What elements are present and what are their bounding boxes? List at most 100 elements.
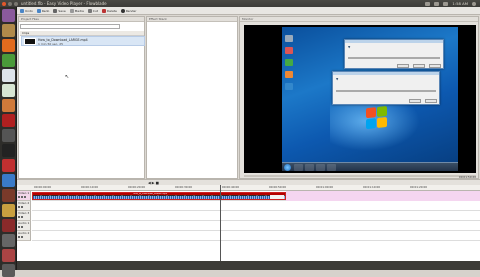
effect-stack-panel: Effect Stack [146, 16, 238, 179]
track-header-audio-2[interactable]: Audio 2 [17, 231, 31, 241]
ruler-label: 00:00:50:00 [269, 185, 287, 189]
track-buttons [18, 236, 24, 238]
dialog-brand-icon: ▼ [348, 45, 351, 49]
downloader-dialog-bottom: ▼ [332, 71, 440, 105]
dialog-button [429, 64, 441, 68]
cut-button[interactable]: Cut [87, 8, 99, 14]
power-icon[interactable] [472, 1, 476, 6]
ruler-label: 00:00:40:00 [222, 185, 240, 189]
video-preview[interactable]: ▼ ▼ [244, 25, 476, 173]
redo-icon [36, 8, 41, 13]
files-icon[interactable] [2, 24, 15, 37]
app-icon[interactable] [2, 144, 15, 157]
impress-icon[interactable] [2, 99, 15, 112]
app-icon[interactable] [2, 249, 15, 262]
media-icon [69, 8, 74, 13]
dialog-button [425, 99, 437, 103]
chrome-icon[interactable] [2, 54, 15, 67]
taskbar-item [305, 164, 314, 171]
cursor-icon: ↖ [65, 74, 70, 80]
ruler-label: 00:01:20:00 [410, 185, 428, 189]
download-progress [348, 57, 440, 59]
track-buttons [18, 206, 24, 208]
mail-indicator-icon[interactable] [425, 1, 431, 6]
track-name: Video 3 [18, 211, 30, 215]
render-icon [120, 8, 125, 13]
cut-label: Cut [92, 8, 98, 13]
app-icon[interactable] [2, 204, 15, 217]
dialog-button [413, 64, 425, 68]
window-title: untitled.flb - Easy Video Player - Flowb… [21, 1, 107, 6]
file-filter-input[interactable] [20, 24, 120, 29]
network-indicator-icon[interactable] [434, 1, 440, 6]
dialog-button [397, 64, 409, 68]
writer-icon[interactable] [2, 69, 15, 82]
minimize-window-button[interactable] [8, 1, 12, 6]
taskbar-item [327, 164, 336, 171]
volume-indicator-icon[interactable] [443, 1, 449, 6]
track-header-video-2[interactable]: Video 2 [17, 201, 31, 211]
track-name: Video 1 [18, 191, 30, 195]
track-lane-audio-2[interactable] [32, 231, 480, 241]
app-icon[interactable] [2, 189, 15, 202]
preview-panel: Monitor ▼ ▼ 00:01:50:20 [239, 16, 479, 179]
desktop-icon [285, 35, 293, 42]
app-icon[interactable] [2, 219, 15, 232]
undo-icon [20, 8, 24, 13]
app-icon[interactable] [2, 234, 15, 247]
delete-label: Delete [106, 8, 117, 13]
redo-button[interactable]: Redo [36, 8, 51, 14]
file-item[interactable]: How_to_Download_LARGE.mp4 1 min 50 sec, … [21, 36, 145, 46]
track-header-audio-1[interactable]: Audio 1 [17, 221, 31, 231]
clip-waveform [33, 196, 285, 199]
track-buttons [18, 196, 27, 198]
preview-seek-bar[interactable] [244, 175, 476, 177]
trash-icon[interactable] [2, 264, 15, 277]
dialog-button [409, 99, 421, 103]
maximize-window-button[interactable] [14, 1, 18, 6]
track-buttons [18, 216, 24, 218]
firefox-icon[interactable] [2, 39, 15, 52]
track-name: Video 2 [18, 201, 30, 205]
app-icon[interactable] [2, 174, 15, 187]
track-header-video-1[interactable]: Video 1 [17, 191, 31, 201]
clock[interactable]: 1:58 AM [452, 1, 468, 6]
track-lane-audio-1[interactable] [32, 221, 480, 231]
project-files-panel: Project Files Clips How_to_Download_LARG… [18, 16, 145, 179]
downloader-dialog-top: ▼ [344, 39, 444, 69]
media-button[interactable]: Media [69, 8, 85, 14]
desktop-icon [285, 71, 293, 78]
download-progress [336, 90, 436, 92]
start-orb-icon [284, 164, 291, 171]
track-buttons [18, 226, 24, 228]
track-name: Audio 1 [18, 221, 30, 225]
track-header-video-3[interactable]: Video 3 [17, 211, 31, 221]
timeline-clip[interactable]: How_to_Download_LARGE.mp4 [32, 192, 286, 200]
project-files-header: Project Files [19, 17, 144, 22]
filezilla-icon[interactable] [2, 114, 15, 127]
render-button[interactable]: Render [120, 8, 138, 14]
desktop-icon [285, 47, 293, 54]
app-icon[interactable] [2, 159, 15, 172]
timeline-tracks: Video 1 How_to_Download_LARGE.mp4 Video … [17, 191, 480, 261]
desktop-icon [285, 59, 293, 66]
bottom-bar [17, 261, 480, 270]
track-lane-video-1[interactable]: How_to_Download_LARGE.mp4 [32, 191, 480, 201]
clip-title: How_to_Download_LARGE.mp4 [133, 192, 168, 195]
app-icon[interactable] [2, 129, 15, 142]
delete-button[interactable]: Delete [101, 8, 118, 14]
ruler-label: 00:01:10:00 [363, 185, 381, 189]
close-window-button[interactable] [2, 1, 6, 6]
dash-icon[interactable] [2, 9, 15, 22]
effect-stack-header: Effect Stack [147, 17, 237, 22]
undo-button[interactable]: Undo [19, 8, 34, 14]
save-button[interactable]: Save [52, 8, 66, 14]
delete-icon [101, 8, 106, 13]
calc-icon[interactable] [2, 84, 15, 97]
preview-header: Monitor [240, 17, 478, 22]
track-lane-video-3[interactable] [32, 211, 480, 221]
track-lane-video-2[interactable] [32, 201, 480, 211]
render-label: Render [125, 8, 137, 13]
timeline-playhead[interactable] [220, 185, 221, 261]
redo-label: Redo [41, 8, 50, 13]
